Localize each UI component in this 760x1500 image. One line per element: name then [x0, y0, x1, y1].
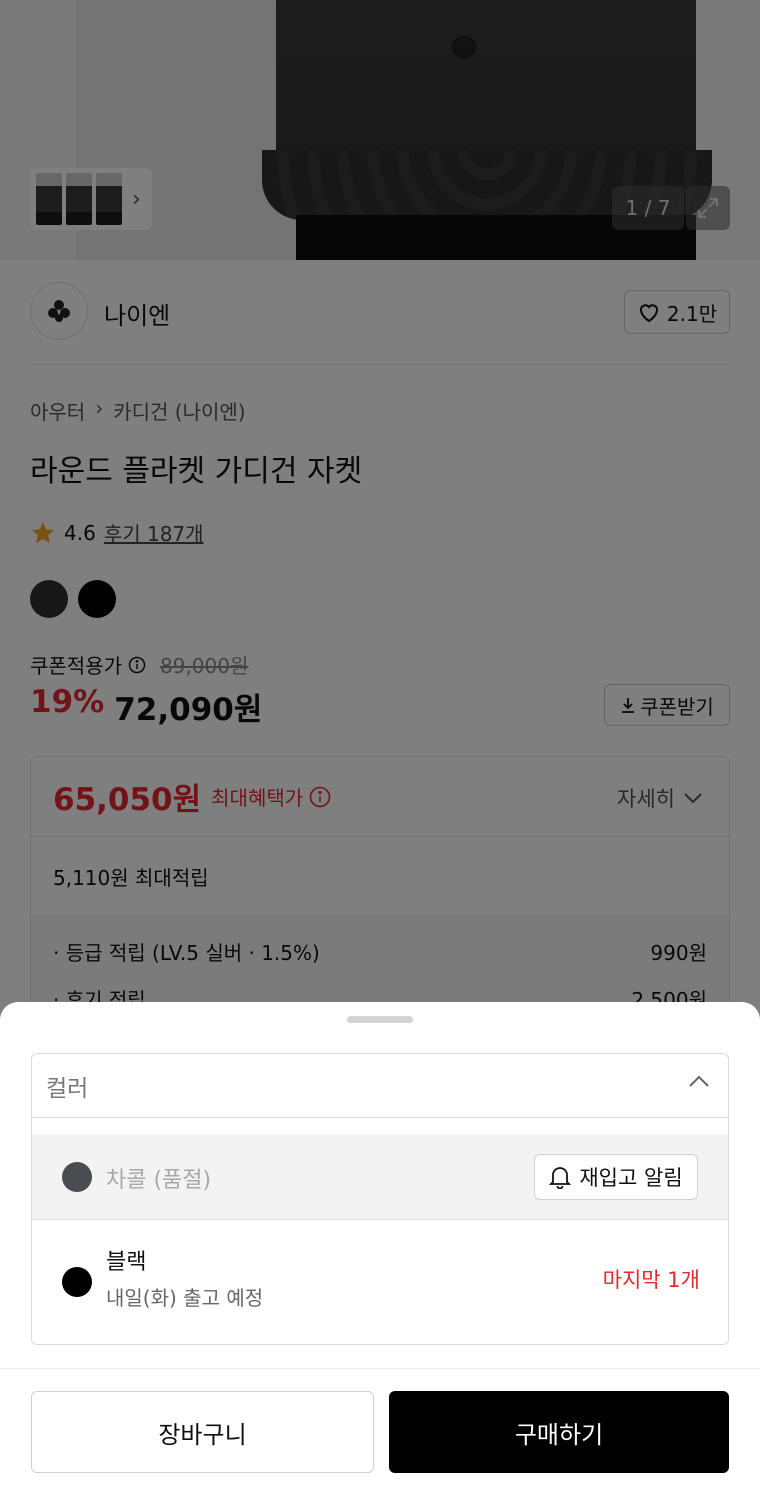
chevron-up-icon [689, 1075, 709, 1087]
add-to-cart-button[interactable]: 장바구니 [31, 1391, 374, 1473]
option-stock-status: 마지막 1개 [602, 1268, 700, 1292]
option-color-dot [62, 1267, 92, 1297]
buy-now-button[interactable]: 구매하기 [389, 1391, 729, 1473]
option-color-dot [62, 1162, 92, 1192]
option-name: 차콜 (품절) [106, 1168, 212, 1193]
option-bottom-sheet: 컬러 차콜 (품절) 재입고 알림 블랙 내일(화) 출고 예정 마지막 1개 … [0, 1002, 760, 1500]
option-black[interactable]: 블랙 내일(화) 출고 예정 마지막 1개 [32, 1220, 728, 1344]
sheet-handle[interactable] [347, 1016, 413, 1023]
divider [0, 1368, 760, 1369]
restock-alert-button[interactable]: 재입고 알림 [534, 1154, 698, 1200]
option-charcoal: 차콜 (품절) 재입고 알림 [32, 1134, 728, 1220]
color-select: 컬러 차콜 (품절) 재입고 알림 블랙 내일(화) 출고 예정 마지막 1개 [31, 1053, 729, 1345]
option-shipping: 내일(화) 출고 예정 [106, 1286, 264, 1310]
option-name: 블랙 [106, 1250, 147, 1275]
bell-icon [549, 1167, 572, 1189]
restock-alert-label: 재입고 알림 [579, 1166, 683, 1190]
color-select-header[interactable]: 컬러 [32, 1054, 728, 1118]
color-select-label: 컬러 [46, 1075, 89, 1102]
